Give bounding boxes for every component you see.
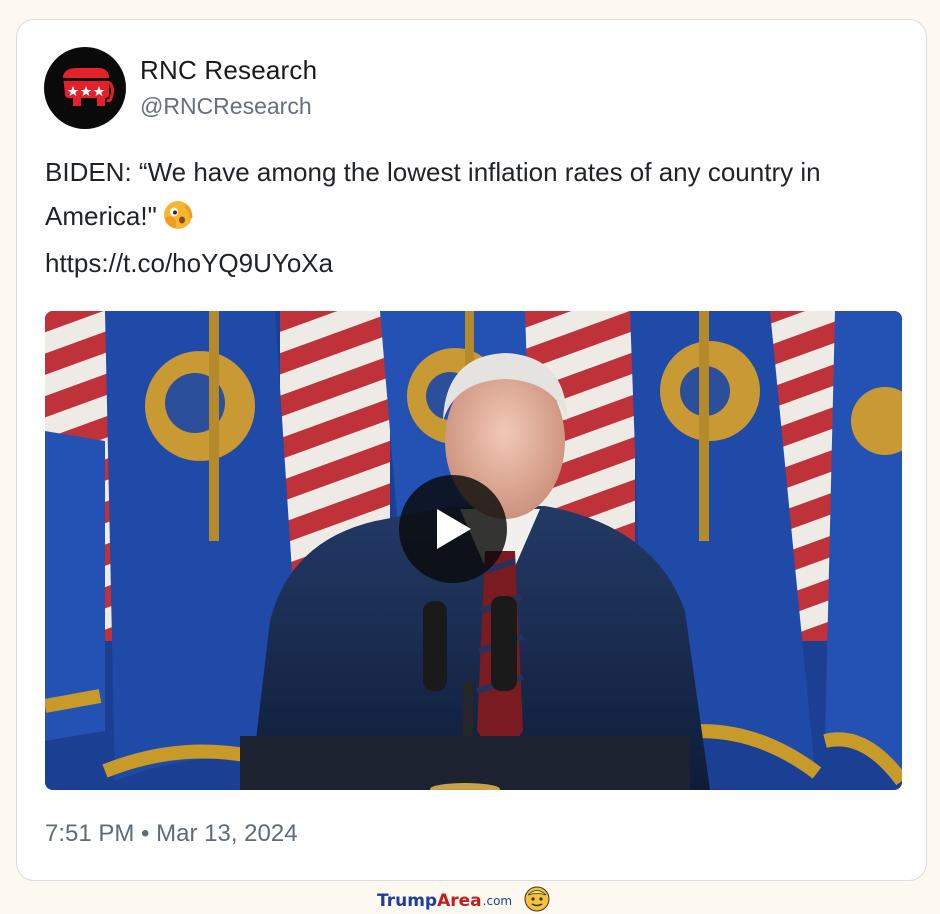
watermark-com: .com	[482, 894, 513, 908]
page: RNC Research @RNCResearch BIDEN: “We hav…	[0, 0, 940, 914]
video-player[interactable]	[45, 311, 902, 790]
watermark-area: Area	[437, 891, 482, 911]
avatar[interactable]	[44, 47, 126, 129]
face-with-peeking-eye-emoji	[163, 199, 193, 243]
play-button[interactable]	[399, 475, 507, 583]
watermark-trump: Trump	[377, 891, 438, 911]
tweet-text: BIDEN: “We have among the lowest inflati…	[45, 150, 915, 243]
play-icon	[437, 509, 471, 549]
user-handle[interactable]: @RNCResearch	[140, 93, 312, 120]
tweet-timestamp[interactable]: 7:51 PM • Mar 13, 2024	[45, 820, 298, 848]
site-watermark: Trump Area .com	[377, 886, 550, 914]
tweet-card[interactable]: RNC Research @RNCResearch BIDEN: “We hav…	[16, 19, 927, 881]
trump-face-logo-icon	[524, 886, 550, 914]
tweet-text-body: BIDEN: “We have among the lowest inflati…	[45, 157, 821, 231]
tweet-link[interactable]: https://t.co/hoYQ9UYoXa	[45, 248, 333, 279]
republican-elephant-icon	[63, 68, 115, 106]
display-name[interactable]: RNC Research	[140, 55, 317, 86]
